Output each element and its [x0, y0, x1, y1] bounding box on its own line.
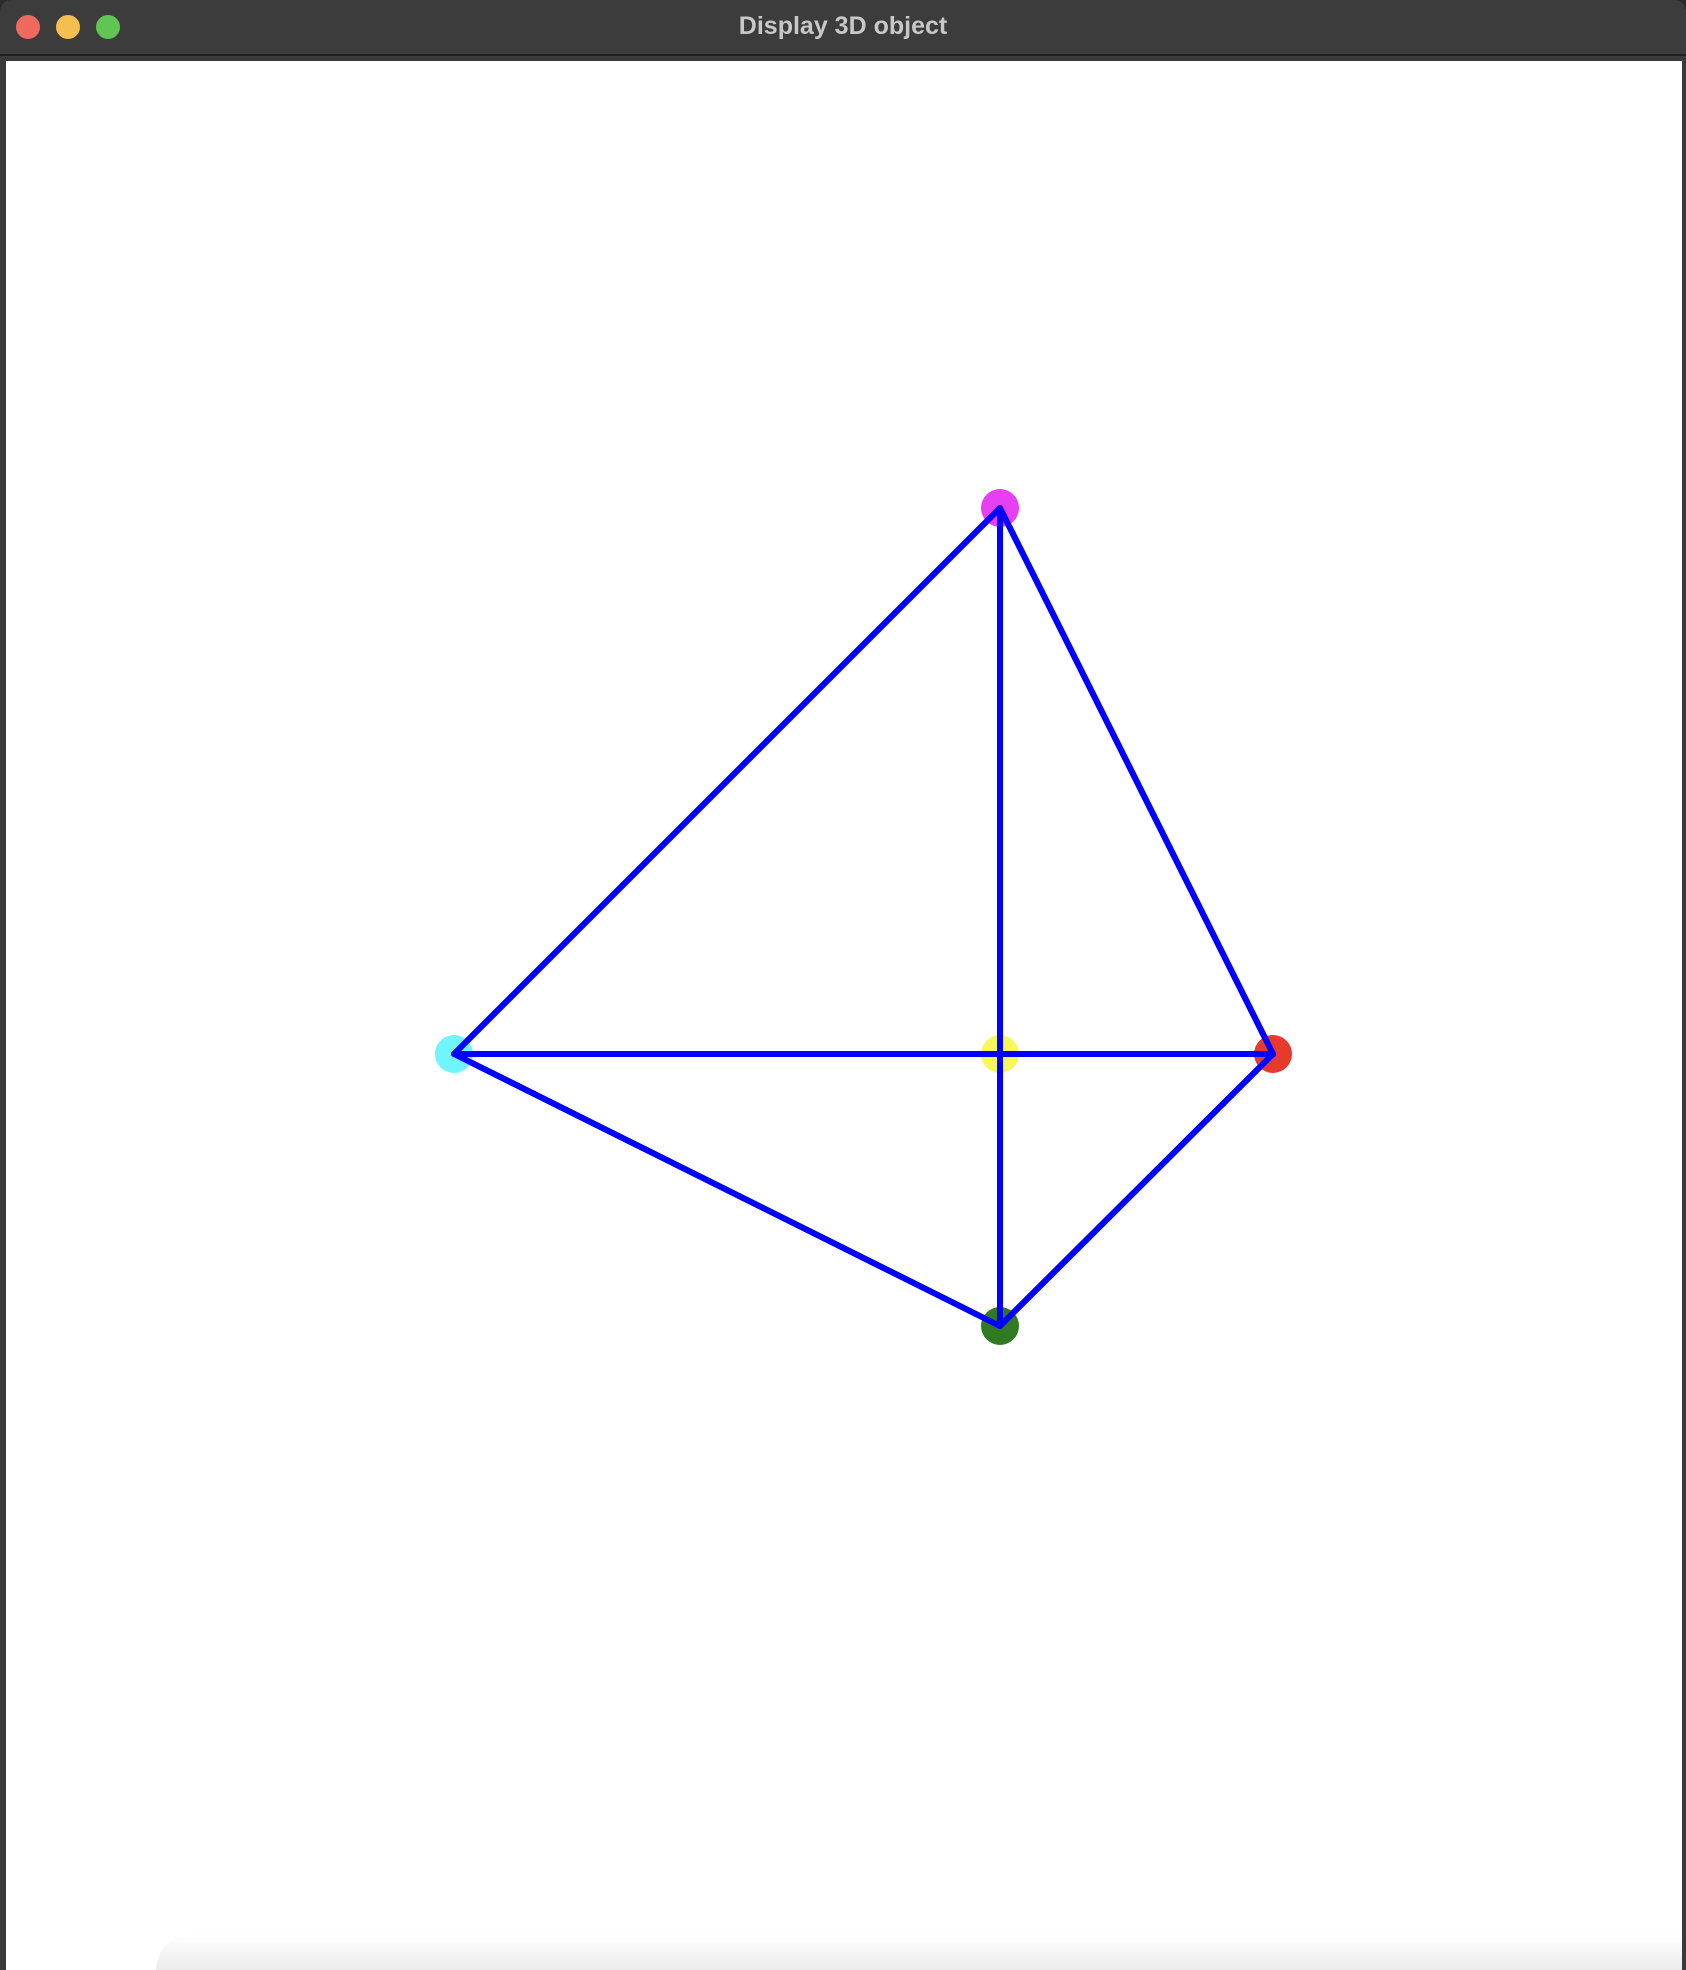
app-window: Display 3D object — [0, 0, 1686, 1970]
edge-overlay-5 — [451, 1051, 1003, 1329]
edges-overlay — [451, 505, 1276, 1329]
title-bar[interactable]: Display 3D object — [0, 0, 1686, 56]
window-shadow — [156, 1934, 1682, 1970]
render-canvas[interactable] — [6, 61, 1682, 1970]
window-title: Display 3D object — [738, 12, 948, 40]
3d-object-view — [435, 489, 1292, 1345]
edge-overlay-1 — [451, 505, 1003, 1057]
edge-overlay-3 — [997, 505, 1276, 1057]
edges — [451, 505, 1276, 1329]
vertices — [435, 489, 1292, 1345]
edge-overlay-6 — [997, 1051, 1276, 1329]
